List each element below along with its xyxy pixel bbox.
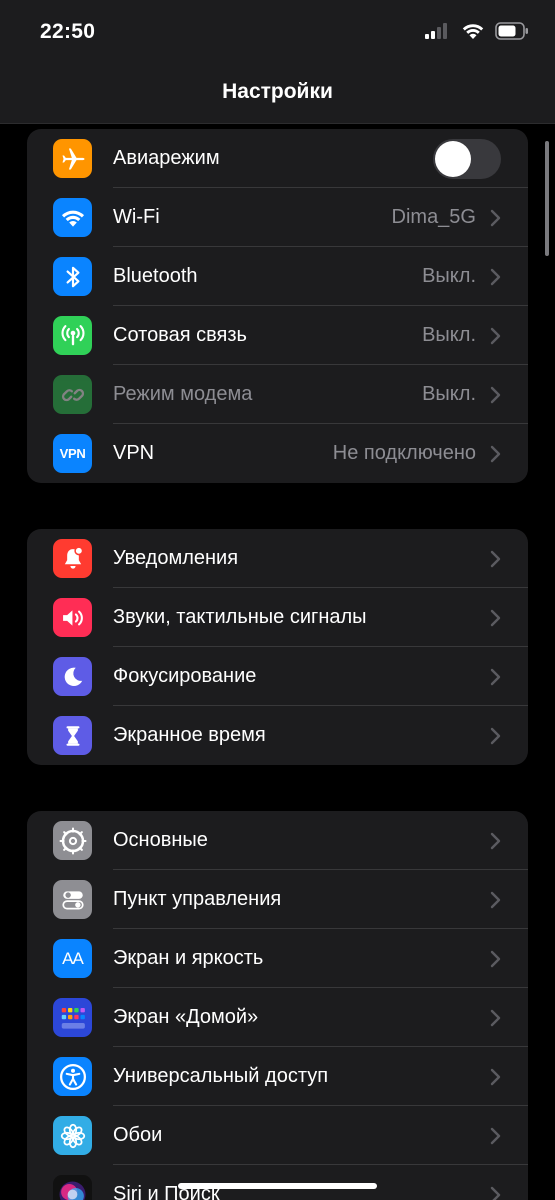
row-label: Пункт управления [113, 888, 282, 910]
cellular-signal-icon [425, 23, 447, 39]
chevron-right-icon [490, 268, 501, 286]
hourglass-icon [53, 716, 92, 755]
row-label: Фокусирование [113, 665, 257, 687]
settings-row-display[interactable]: AA Экран и яркость [27, 929, 528, 988]
settings-row-cellular[interactable]: Сотовая связь Выкл. [27, 306, 528, 365]
home-indicator[interactable] [178, 1183, 377, 1189]
flower-icon [53, 1116, 92, 1155]
settings-row-vpn[interactable]: VPN VPN Не подключено [27, 424, 528, 483]
toggle-knob [435, 141, 471, 177]
scroll-indicator[interactable] [545, 141, 549, 256]
text-size-icon-text: AA [62, 948, 84, 968]
chevron-right-icon [490, 386, 501, 404]
settings-row-focus[interactable]: Фокусирование [27, 647, 528, 706]
nav-bar: Настройки [0, 66, 555, 124]
row-label: Экран и яркость [113, 947, 264, 969]
chevron-right-icon [490, 891, 501, 909]
bell-icon [53, 539, 92, 578]
settings-row-accessibility[interactable]: Универсальный доступ [27, 1047, 528, 1106]
row-value: Выкл. [422, 383, 476, 405]
chevron-right-icon [490, 1186, 501, 1200]
settings-row-wallpaper[interactable]: Обои [27, 1106, 528, 1165]
row-label: Wi-Fi [113, 206, 160, 228]
chevron-right-icon [490, 550, 501, 568]
settings-row-sounds[interactable]: Звуки, тактильные сигналы [27, 588, 528, 647]
row-label: VPN [113, 442, 155, 464]
speaker-icon [53, 598, 92, 637]
row-label: Сотовая связь [113, 324, 247, 346]
row-label: Авиарежим [113, 147, 220, 169]
row-label: Универсальный доступ [113, 1065, 329, 1087]
vpn-icon: VPN [53, 434, 92, 473]
row-label: Режим модема [113, 383, 253, 405]
app-grid-icon [53, 998, 92, 1037]
chevron-right-icon [490, 950, 501, 968]
row-value: Dima_5G [391, 206, 476, 228]
settings-row-screen-time[interactable]: Экранное время [27, 706, 528, 765]
page-title: Настройки [222, 80, 333, 103]
row-label: Основные [113, 829, 208, 851]
settings-group-general: Основные Пункт управления AA Экран и ярк [27, 811, 528, 1200]
status-icons [425, 22, 529, 40]
row-value: Выкл. [422, 265, 476, 287]
chevron-right-icon [490, 727, 501, 745]
settings-row-bluetooth[interactable]: Bluetooth Выкл. [27, 247, 528, 306]
chevron-right-icon [490, 327, 501, 345]
settings-group-connectivity: Авиарежим Wi-Fi Dima_5G Bluetooth Выкл. … [27, 129, 528, 483]
row-value: Выкл. [422, 324, 476, 346]
row-value: Не подключено [332, 442, 476, 464]
chevron-right-icon [490, 1009, 501, 1027]
chevron-right-icon [490, 832, 501, 850]
row-label: Обои [113, 1124, 163, 1146]
chevron-right-icon [490, 668, 501, 686]
battery-icon [495, 22, 528, 40]
wifi-icon [462, 24, 484, 39]
settings-row-home-screen[interactable]: Экран «Домой» [27, 988, 528, 1047]
settings-row-airplane[interactable]: Авиарежим [27, 129, 528, 188]
chevron-right-icon [490, 445, 501, 463]
row-label: Уведомления [113, 547, 239, 569]
siri-icon [53, 1175, 92, 1200]
bluetooth-icon [53, 257, 92, 296]
row-label: Экранное время [113, 724, 266, 746]
row-label: Bluetooth [113, 265, 198, 287]
status-bar: 22:50 [0, 0, 555, 66]
chevron-right-icon [490, 609, 501, 627]
gear-icon [53, 821, 92, 860]
chevron-right-icon [490, 1068, 501, 1086]
settings-row-notifications[interactable]: Уведомления [27, 529, 528, 588]
row-label: Экран «Домой» [113, 1006, 259, 1028]
settings-list[interactable]: Авиарежим Wi-Fi Dima_5G Bluetooth Выкл. … [0, 125, 555, 1200]
wifi-icon [53, 198, 92, 237]
settings-row-control-center[interactable]: Пункт управления [27, 870, 528, 929]
settings-group-notifications: Уведомления Звуки, тактильные сигналы Фо… [27, 529, 528, 765]
settings-row-general[interactable]: Основные [27, 811, 528, 870]
chevron-right-icon [490, 209, 501, 227]
status-time: 22:50 [40, 20, 96, 43]
antenna-icon [53, 316, 92, 355]
switches-icon [53, 880, 92, 919]
accessibility-icon [53, 1057, 92, 1096]
settings-row-hotspot[interactable]: Режим модема Выкл. [27, 365, 528, 424]
text-size-icon: AA [53, 939, 92, 978]
airplane-mode-toggle[interactable] [433, 139, 501, 179]
settings-row-wifi[interactable]: Wi-Fi Dima_5G [27, 188, 528, 247]
moon-icon [53, 657, 92, 696]
vpn-icon-text: VPN [59, 446, 86, 461]
chevron-right-icon [490, 1127, 501, 1145]
row-label: Звуки, тактильные сигналы [113, 606, 367, 628]
chain-link-icon [53, 375, 92, 414]
airplane-icon [53, 139, 92, 178]
